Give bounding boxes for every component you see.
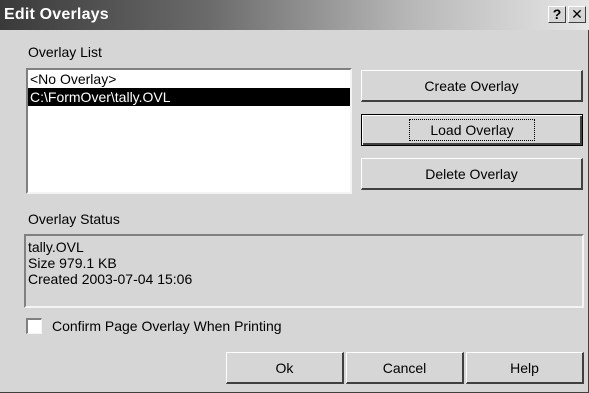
- help-button[interactable]: Help: [466, 352, 584, 384]
- ok-label: Ok: [275, 360, 294, 376]
- create-overlay-label: Create Overlay: [424, 78, 519, 94]
- help-icon[interactable]: ?: [548, 6, 566, 23]
- dialog-title: Edit Overlays: [4, 6, 109, 23]
- cancel-button[interactable]: Cancel: [346, 352, 464, 384]
- overlay-list-item-tally[interactable]: C:\FormOver\tally.OVL: [28, 88, 350, 106]
- load-overlay-label: Load Overlay: [409, 119, 535, 141]
- close-icon[interactable]: ✕: [568, 6, 586, 23]
- title-bar: Edit Overlays ? ✕: [0, 0, 589, 30]
- delete-overlay-label: Delete Overlay: [425, 166, 518, 182]
- help-label: Help: [510, 360, 539, 376]
- create-overlay-button[interactable]: Create Overlay: [361, 70, 583, 102]
- status-line-created: Created 2003-07-04 15:06: [28, 271, 193, 287]
- overlay-status-box: tally.OVL Size 979.1 KB Created 2003-07-…: [24, 234, 584, 308]
- overlay-list-item-none[interactable]: <No Overlay>: [28, 70, 350, 88]
- confirm-overlay-label[interactable]: Confirm Page Overlay When Printing: [52, 318, 282, 334]
- overlay-listbox[interactable]: <No Overlay> C:\FormOver\tally.OVL: [26, 68, 352, 194]
- edit-overlays-dialog: Edit Overlays ? ✕ Overlay List <No Overl…: [0, 0, 589, 393]
- delete-overlay-button[interactable]: Delete Overlay: [361, 158, 583, 190]
- status-line-name: tally.OVL: [28, 239, 84, 255]
- overlay-list-label: Overlay List: [28, 44, 102, 60]
- ok-button[interactable]: Ok: [226, 352, 344, 384]
- status-line-size: Size 979.1 KB: [28, 255, 117, 271]
- overlay-status-label: Overlay Status: [28, 211, 120, 227]
- confirm-overlay-checkbox[interactable]: [26, 318, 42, 334]
- cancel-label: Cancel: [382, 360, 427, 376]
- load-overlay-button[interactable]: Load Overlay: [361, 114, 583, 146]
